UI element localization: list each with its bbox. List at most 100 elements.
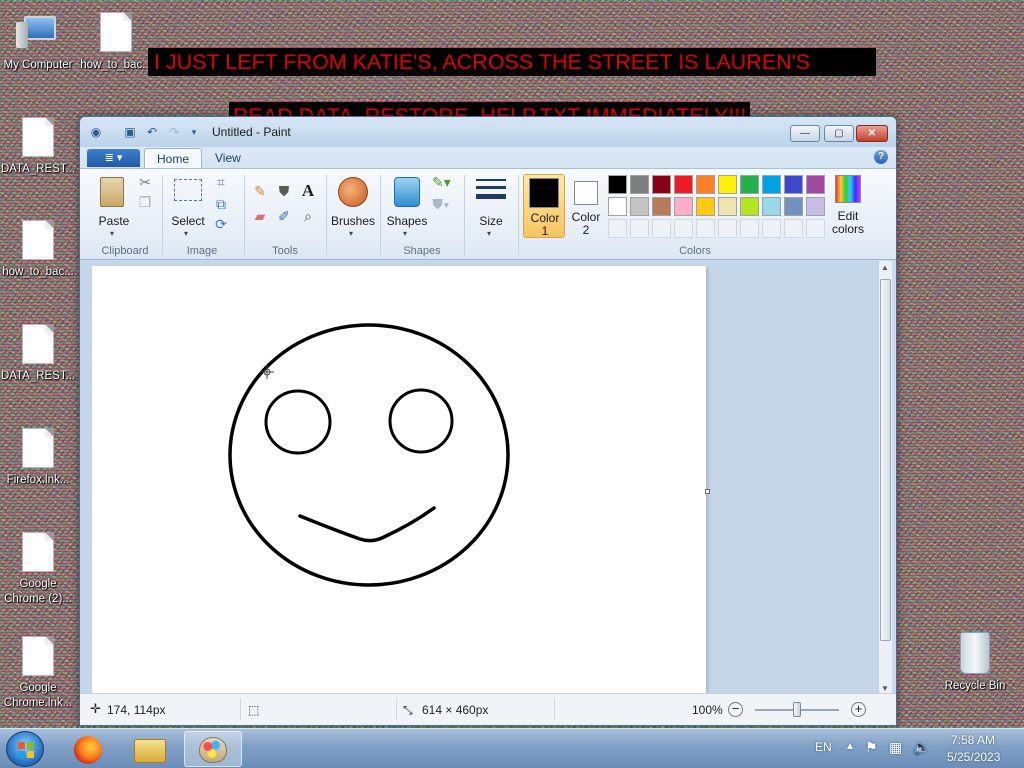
eraser-icon[interactable]: ▰ xyxy=(251,207,269,225)
zoom-out-button[interactable]: − xyxy=(728,702,743,717)
taskbar-firefox[interactable] xyxy=(60,731,118,767)
copy-icon[interactable]: ❐ xyxy=(136,193,154,211)
palette-swatch[interactable] xyxy=(652,219,671,238)
desktop-icon-firefox-lnk[interactable]: Firefox.lnk... xyxy=(0,428,76,488)
palette-swatch[interactable] xyxy=(696,175,715,194)
desktop-icon-label: how_to_bac... xyxy=(2,266,74,278)
scroll-down-icon[interactable]: ▼ xyxy=(881,684,889,693)
text-tool-icon[interactable]: A xyxy=(299,182,317,200)
desktop-icon-google-chrome-2[interactable]: Google Chrome (2)... xyxy=(0,532,76,607)
shapes-button[interactable]: Shapes ▾ xyxy=(384,173,430,238)
canvas-resize-handle[interactable] xyxy=(705,489,710,494)
palette-swatch[interactable] xyxy=(674,197,693,216)
fill-bucket-icon[interactable]: ⛊ xyxy=(275,182,293,200)
palette-swatch[interactable] xyxy=(652,175,671,194)
desktop-icon-google-chrome-lnk[interactable]: Google Chrome.lnk... xyxy=(0,636,76,711)
palette-swatch[interactable] xyxy=(718,197,737,216)
brushes-button[interactable]: Brushes ▾ xyxy=(330,173,376,238)
tab-home[interactable]: Home xyxy=(144,148,203,169)
action-center-icon[interactable]: ⚑ xyxy=(865,739,878,756)
scroll-up-icon[interactable]: ▲ xyxy=(881,263,889,272)
palette-swatch[interactable] xyxy=(806,219,825,238)
desktop-icon-data-restore-1[interactable]: DATA_REST... xyxy=(0,117,76,177)
magnifier-icon[interactable]: ⌕ xyxy=(299,207,317,225)
color-picker-icon[interactable]: ✐ xyxy=(275,207,293,225)
zoom-slider[interactable] xyxy=(755,702,839,718)
undo-icon[interactable]: ↶ xyxy=(144,124,160,140)
maximize-button[interactable]: ▢ xyxy=(824,125,854,142)
clock-time[interactable]: 7:58 AM xyxy=(951,733,995,747)
language-indicator[interactable]: EN xyxy=(815,740,832,754)
palette-swatch[interactable] xyxy=(630,219,649,238)
edit-colors-button[interactable]: Edit colors xyxy=(830,173,866,237)
crop-icon[interactable]: ⌗ xyxy=(212,173,230,191)
show-hidden-icons-icon[interactable]: ▲ xyxy=(845,741,855,752)
taskbar-explorer[interactable] xyxy=(122,731,180,767)
palette-swatch[interactable] xyxy=(762,219,781,238)
palette-swatch[interactable] xyxy=(740,175,759,194)
zoom-in-button[interactable]: + xyxy=(851,702,866,717)
palette-swatch[interactable] xyxy=(630,197,649,216)
palette-swatch[interactable] xyxy=(696,219,715,238)
zoom-slider-thumb[interactable] xyxy=(793,702,801,717)
desktop-icon-data-restore-2[interactable]: DATA_REST... xyxy=(0,324,76,384)
color2-selector[interactable]: Color 2 xyxy=(568,174,604,238)
help-icon[interactable]: ? xyxy=(874,150,888,164)
vertical-scrollbar[interactable]: ▲ ▼ xyxy=(878,261,892,695)
palette-swatch[interactable] xyxy=(784,197,803,216)
paint-app-icon[interactable]: ◉ xyxy=(88,124,104,140)
palette-swatch[interactable] xyxy=(806,197,825,216)
close-button[interactable]: ✕ xyxy=(856,125,888,142)
tab-view[interactable]: View xyxy=(203,148,253,169)
palette-swatch[interactable] xyxy=(784,219,803,238)
palette-swatch[interactable] xyxy=(762,197,781,216)
palette-swatch[interactable] xyxy=(762,175,781,194)
rotate-icon[interactable]: ⟳ xyxy=(212,215,230,233)
palette-swatch[interactable] xyxy=(740,219,759,238)
palette-swatch[interactable] xyxy=(696,197,715,216)
fill-icon[interactable]: ⛊▾ xyxy=(432,195,450,213)
resize-icon[interactable]: ⧉ xyxy=(212,195,230,213)
palette-swatch[interactable] xyxy=(608,197,627,216)
shapes-icon xyxy=(394,177,420,207)
palette-swatch[interactable] xyxy=(608,219,627,238)
outline-icon[interactable]: ✎▾ xyxy=(432,173,451,191)
palette-swatch[interactable] xyxy=(608,175,627,194)
palette-swatch[interactable] xyxy=(740,197,759,216)
file-menu-button[interactable]: ≣ ▾ xyxy=(87,149,140,167)
palette-swatch[interactable] xyxy=(652,197,671,216)
desktop-icon-how-to-backup-2[interactable]: how_to_bac... xyxy=(0,220,76,280)
title-bar[interactable]: ◉ ▣ ↶ ↷ ▾ Untitled - Paint — ▢ ✕ xyxy=(80,117,896,147)
palette-swatch[interactable] xyxy=(718,175,737,194)
desktop-icon-my-computer[interactable]: My Computer xyxy=(0,10,76,73)
palette-swatch[interactable] xyxy=(784,175,803,194)
redo-icon[interactable]: ↷ xyxy=(166,124,182,140)
palette-swatch[interactable] xyxy=(674,175,693,194)
taskbar-paint[interactable] xyxy=(184,731,242,767)
customize-qat-icon[interactable]: ▾ xyxy=(186,124,202,140)
color1-selector[interactable]: Color 1 xyxy=(523,174,565,238)
scroll-thumb[interactable] xyxy=(880,279,891,641)
drawing-canvas[interactable] xyxy=(92,266,706,695)
palette-swatch[interactable] xyxy=(806,175,825,194)
desktop-icon-recycle-bin[interactable]: Recycle Bin xyxy=(937,632,1013,694)
save-icon[interactable]: ▣ xyxy=(122,124,138,140)
cut-icon[interactable]: ✂ xyxy=(136,173,154,191)
desktop-icon-label: My Computer xyxy=(3,59,73,71)
text-file-icon xyxy=(22,117,54,157)
palette-swatch[interactable] xyxy=(630,175,649,194)
select-button[interactable]: Select ▾ xyxy=(168,173,208,238)
start-button[interactable] xyxy=(6,731,44,767)
desktop-icon-how-to-backup-1[interactable]: how_to_bac... xyxy=(78,12,154,73)
minimize-button[interactable]: — xyxy=(790,125,820,142)
palette-swatch[interactable] xyxy=(674,219,693,238)
face-outline xyxy=(228,323,510,587)
palette-swatch[interactable] xyxy=(718,219,737,238)
paste-button[interactable]: Paste ▾ xyxy=(96,173,132,238)
clock-date[interactable]: 5/25/2023 xyxy=(947,750,1000,764)
size-button[interactable]: Size ▾ xyxy=(470,173,512,238)
volume-icon[interactable]: 🔈 xyxy=(913,739,930,756)
window-title: Untitled - Paint xyxy=(212,125,291,139)
pencil-icon[interactable]: ✎ xyxy=(251,182,269,200)
network-icon[interactable]: ▦ xyxy=(889,739,902,756)
